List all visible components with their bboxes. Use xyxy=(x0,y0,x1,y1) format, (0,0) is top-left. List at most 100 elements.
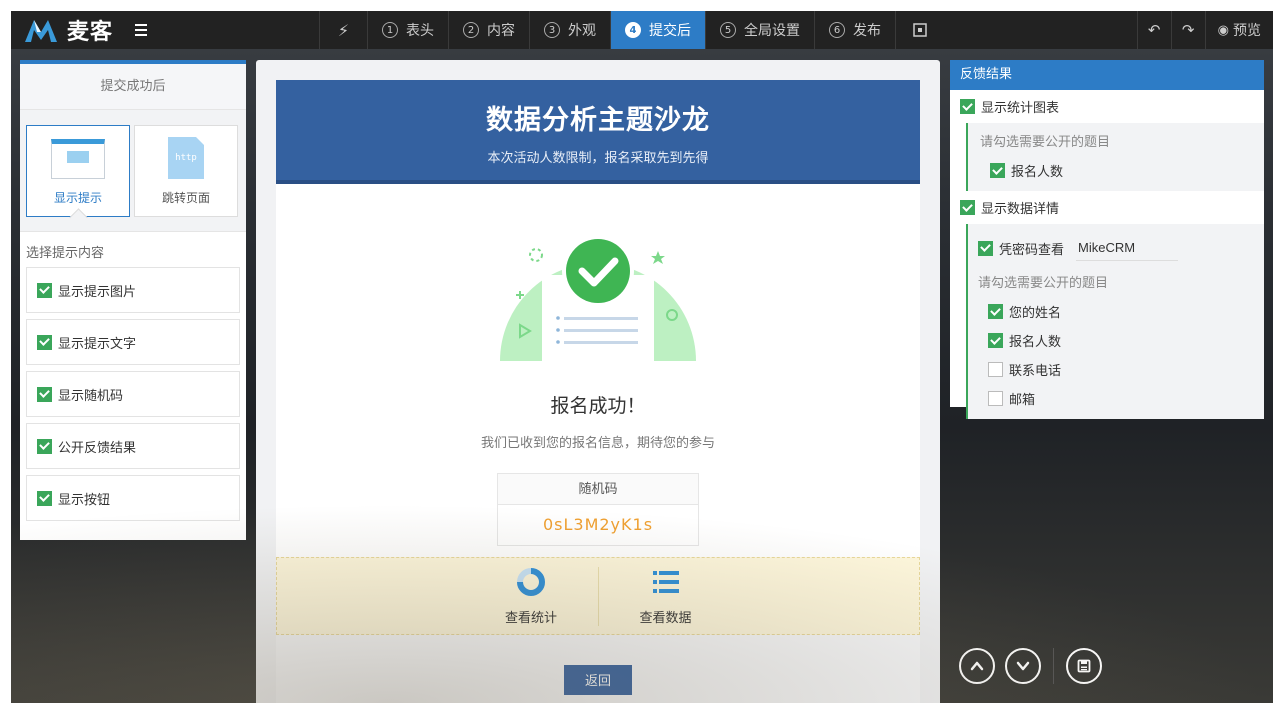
checkbox[interactable] xyxy=(960,200,975,215)
after-submit-choices: 显示提示 http 跳转页面 xyxy=(20,110,246,232)
tab-step-3[interactable]: 3 外观 xyxy=(529,11,610,49)
step-number: 3 xyxy=(544,22,560,38)
undo-icon[interactable]: ↶ xyxy=(1136,11,1171,49)
action-label: 查看数据 xyxy=(639,610,692,626)
random-code-value: 0sL3M2yK1s xyxy=(542,515,654,534)
option-label: 显示随机码 xyxy=(58,388,124,404)
option-public-results[interactable]: 公开反馈结果 xyxy=(26,423,240,469)
choice-label: 跳转页面 xyxy=(161,191,210,205)
item-label: 报名人数 xyxy=(1011,165,1064,180)
checkbox[interactable] xyxy=(988,362,1003,377)
option-label: 显示数据详情 xyxy=(981,202,1060,217)
chart-hint: 请勾选需要公开的题目 xyxy=(980,135,1111,150)
reorder-controls xyxy=(959,648,1102,684)
random-code-label: 随机码 xyxy=(498,474,698,505)
top-nav-bar: 麦客 ⚡︎ 1 表头 2 内容 3 外观 4 提交后 5 全局设置 6 发布 ↶ ↷ ◉ 预览 xyxy=(11,11,1273,49)
save-icon[interactable] xyxy=(1066,648,1102,684)
option-show-code[interactable]: 显示随机码 xyxy=(26,371,240,417)
option-label: 显示提示图片 xyxy=(58,284,137,300)
checkbox[interactable] xyxy=(37,490,52,506)
back-button[interactable]: 返回 xyxy=(564,664,632,695)
preview-label: 预览 xyxy=(1233,23,1261,39)
option-label: 公开反馈结果 xyxy=(58,440,137,456)
detail-item[interactable]: 邮箱 xyxy=(978,384,1264,413)
step-number: 1 xyxy=(382,22,398,38)
checkbox[interactable] xyxy=(988,304,1003,319)
item-label: 邮箱 xyxy=(1009,393,1036,408)
checkbox[interactable] xyxy=(37,386,52,402)
success-title: 报名成功！ xyxy=(550,395,646,417)
checkbox[interactable] xyxy=(960,99,975,114)
tab-step-5[interactable]: 5 全局设置 xyxy=(705,11,814,49)
choice-label: 显示提示 xyxy=(53,191,102,205)
tab-label: 发布 xyxy=(853,23,881,39)
checkbox[interactable] xyxy=(990,163,1005,178)
tab-step-1[interactable]: 1 表头 xyxy=(367,11,448,49)
option-show-button[interactable]: 显示按钮 xyxy=(26,475,240,521)
password-label: 凭密码查看 xyxy=(999,242,1065,258)
step-number: 2 xyxy=(463,22,479,38)
form-preview-card: 数据分析主题沙龙 本次活动人数限制，报名采取先到先得 报名成功！ 我们已收到您的… xyxy=(276,80,920,703)
detail-hint: 请勾选需要公开的题目 xyxy=(978,276,1109,291)
brand-logo-icon xyxy=(25,18,57,42)
http-file-icon: http xyxy=(168,137,204,179)
success-illustration-icon xyxy=(498,205,698,361)
preview-area: 数据分析主题沙龙 本次活动人数限制，报名采取先到先得 报名成功！ 我们已收到您的… xyxy=(256,60,940,703)
move-up-icon[interactable] xyxy=(959,648,995,684)
view-stats-button[interactable]: 查看统计 xyxy=(464,567,598,626)
checkbox[interactable] xyxy=(37,438,52,454)
detail-item[interactable]: 联系电话 xyxy=(978,355,1264,384)
password-field[interactable]: MikeCRM xyxy=(1076,235,1179,261)
item-label: 报名人数 xyxy=(1009,335,1062,350)
option-label: 显示统计图表 xyxy=(981,101,1060,116)
item-label: 联系电话 xyxy=(1009,364,1062,379)
after-submit-panel: 提交成功后 显示提示 http 跳转页面 选择提示内容 显示提示图片 显示提示文… xyxy=(20,60,246,540)
screenshot-icon[interactable] xyxy=(895,11,943,49)
action-label: 查看统计 xyxy=(504,610,557,626)
quick-action-bolt-icon[interactable]: ⚡︎ xyxy=(319,11,367,49)
result-actions: 查看统计 查看数据 xyxy=(276,557,920,635)
tab-label: 表头 xyxy=(406,23,434,39)
checkbox[interactable] xyxy=(37,334,52,350)
tab-step-4[interactable]: 4 提交后 xyxy=(610,11,705,49)
tab-step-2[interactable]: 2 内容 xyxy=(448,11,529,49)
view-data-button[interactable]: 查看数据 xyxy=(598,566,732,626)
tab-step-6[interactable]: 6 发布 xyxy=(814,11,895,49)
tab-label: 外观 xyxy=(568,23,596,39)
preview-button[interactable]: ◉ 预览 xyxy=(1204,11,1273,49)
password-option[interactable]: 凭密码查看 MikeCRM xyxy=(978,232,1264,264)
chart-item[interactable]: 报名人数 xyxy=(980,156,1264,185)
checkbox[interactable] xyxy=(978,240,993,256)
show-chart-option[interactable]: 显示统计图表 xyxy=(950,90,1264,123)
list-icon xyxy=(651,567,681,601)
show-tip-choice[interactable]: 显示提示 xyxy=(26,125,130,217)
option-label: 显示按钮 xyxy=(58,492,111,508)
section-label: 选择提示内容 xyxy=(26,246,105,261)
hamburger-menu-icon[interactable] xyxy=(135,24,148,36)
checkbox[interactable] xyxy=(988,391,1003,406)
step-tabs: ⚡︎ 1 表头 2 内容 3 外观 4 提交后 5 全局设置 6 发布 xyxy=(319,11,943,49)
detail-item[interactable]: 您的姓名 xyxy=(978,297,1264,326)
option-show-text[interactable]: 显示提示文字 xyxy=(26,319,240,365)
panel-title: 提交成功后 xyxy=(20,64,246,110)
detail-item[interactable]: 报名人数 xyxy=(978,326,1264,355)
form-subtitle: 本次活动人数限制，报名采取先到先得 xyxy=(487,151,709,166)
chart-items-group: 请勾选需要公开的题目 报名人数 xyxy=(966,123,1264,191)
step-number: 6 xyxy=(829,22,845,38)
checkbox[interactable] xyxy=(988,333,1003,348)
redirect-page-choice[interactable]: http 跳转页面 xyxy=(134,125,238,217)
show-detail-option[interactable]: 显示数据详情 xyxy=(950,191,1264,224)
option-show-image[interactable]: 显示提示图片 xyxy=(26,267,240,313)
browser-window-icon xyxy=(51,139,105,179)
random-code-box: 随机码 0sL3M2yK1s xyxy=(497,473,699,546)
form-footer: 返回 xyxy=(276,635,920,703)
move-down-icon[interactable] xyxy=(1005,648,1041,684)
form-header: 数据分析主题沙龙 本次活动人数限制，报名采取先到先得 xyxy=(276,80,920,184)
form-title: 数据分析主题沙龙 xyxy=(486,105,710,136)
top-right-tools: ↶ ↷ ◉ 预览 xyxy=(1136,11,1273,49)
feedback-results-panel: 反馈结果 显示统计图表 请勾选需要公开的题目 报名人数 显示数据详情 凭密码查看… xyxy=(950,60,1264,419)
redo-icon[interactable]: ↷ xyxy=(1170,11,1205,49)
logo[interactable]: 麦客 xyxy=(11,11,319,49)
donut-chart-icon xyxy=(516,567,546,601)
checkbox[interactable] xyxy=(37,282,52,298)
